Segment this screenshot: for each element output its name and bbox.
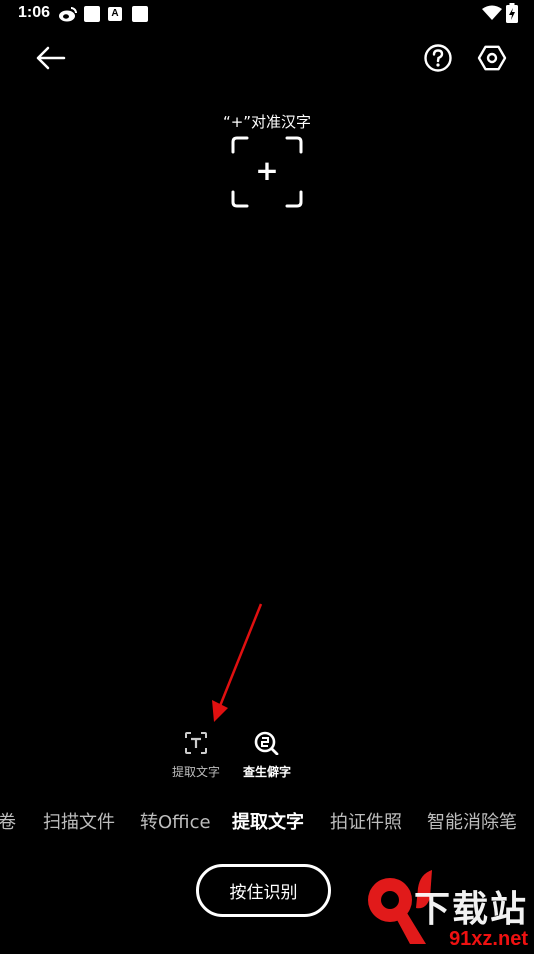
mode-tab[interactable]: 扫描文件 [43, 808, 115, 834]
help-button[interactable] [420, 42, 456, 78]
mode-tab[interactable]: 转Office [140, 808, 211, 834]
mode-tab-active[interactable]: 提取文字 [232, 808, 304, 834]
status-time: 1:06 [18, 4, 51, 21]
tool-label: 提取文字 [171, 765, 220, 779]
text-scan-icon [184, 731, 208, 759]
crosshair-plus: + [255, 154, 279, 187]
search-char-icon [254, 731, 280, 759]
tool-extract-text[interactable]: 提取文字 [163, 731, 229, 780]
question-circle-icon [423, 43, 453, 77]
mode-tab[interactable]: 卷 [0, 808, 16, 834]
mode-tab[interactable]: 拍证件照 [330, 808, 402, 834]
notification-square-icon [84, 6, 100, 22]
annotation-arrow-icon [200, 598, 270, 732]
hexagon-settings-icon [477, 43, 507, 77]
weibo-icon [58, 5, 78, 27]
a-icon: A [108, 7, 122, 21]
back-button[interactable] [30, 42, 70, 78]
battery-charging-icon [506, 3, 518, 27]
watermark-text: 下载站 [413, 889, 528, 930]
settings-button[interactable] [474, 42, 510, 78]
tool-rare-character[interactable]: 查生僻字 [234, 731, 300, 780]
arrow-left-icon [34, 45, 66, 75]
aim-hint: “+”对准汉字 [222, 113, 312, 131]
wifi-icon [482, 5, 502, 25]
press-to-recognize-button[interactable]: 按住识别 [196, 864, 331, 917]
mode-tab[interactable]: 智能消除笔 [427, 808, 517, 834]
notification-square-icon [132, 6, 148, 22]
tool-label: 查生僻字 [242, 765, 291, 779]
mode-tabs: 卷 扫描文件 转Office 提取文字 拍证件照 智能消除笔 [0, 808, 534, 838]
watermark: 下载站 91xz.net [414, 880, 528, 951]
